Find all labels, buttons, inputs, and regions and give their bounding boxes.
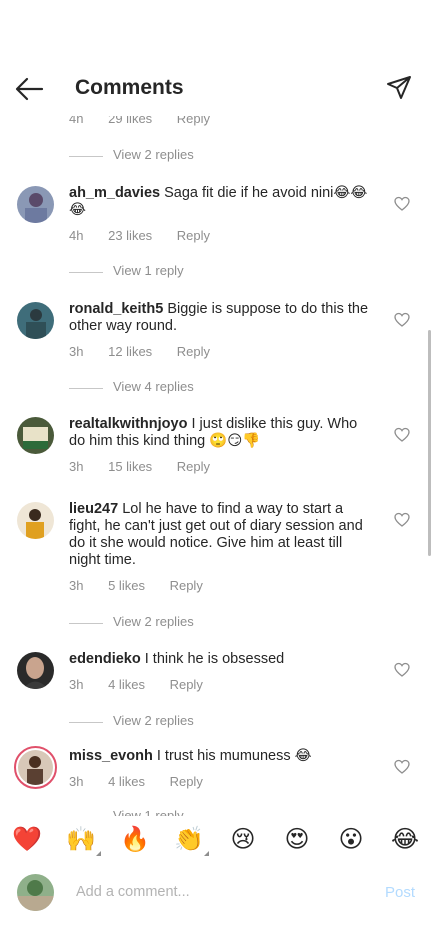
comment-composer: Post	[0, 866, 432, 926]
back-arrow-icon[interactable]	[14, 76, 44, 102]
like-heart-icon[interactable]	[394, 512, 410, 528]
view-replies-link[interactable]: View 2 replies	[113, 614, 194, 629]
like-heart-icon[interactable]	[394, 196, 410, 212]
crying-face-emoji-icon[interactable]: 😢	[228, 824, 258, 854]
view-replies-link[interactable]: View 1 reply	[113, 263, 184, 278]
comment-meta: 3h 15 likes Reply	[69, 459, 210, 474]
comment-likes[interactable]: 4 likes	[108, 774, 145, 789]
comment-time: 3h	[69, 677, 84, 692]
comment-text: miss_evonh I trust his mumuness 😂	[69, 748, 369, 765]
divider-line	[69, 722, 103, 723]
raising-hands-emoji-icon[interactable]: 🙌	[66, 824, 101, 856]
like-heart-icon[interactable]	[394, 662, 410, 678]
like-heart-icon[interactable]	[394, 312, 410, 328]
view-replies-link[interactable]: View 4 replies	[113, 379, 194, 394]
red-heart-emoji-icon[interactable]: ❤️	[12, 824, 42, 854]
comment-time: 3h	[69, 344, 84, 359]
heart-eyes-emoji-icon[interactable]: 😍	[282, 824, 312, 854]
page-title: Comments	[75, 76, 184, 99]
fire-emoji-icon[interactable]: 🔥	[120, 824, 150, 854]
comment-text: ronald_keith5 Biggie is suppose to do th…	[69, 301, 369, 335]
comment-likes[interactable]: 12 likes	[108, 344, 152, 359]
comment-time: 3h	[69, 578, 84, 593]
reply-button[interactable]: Reply	[177, 228, 210, 243]
scrollbar[interactable]	[428, 330, 431, 556]
avatar[interactable]	[17, 652, 54, 689]
comment-body: I think he is obsessed	[144, 651, 285, 667]
comment-username[interactable]: realtalkwithnjoyo	[69, 416, 187, 432]
header-bar: Comments	[0, 60, 432, 116]
like-heart-icon[interactable]	[394, 427, 410, 443]
comment-time: 3h	[69, 459, 84, 474]
comment-username[interactable]: miss_evonh	[69, 748, 153, 764]
view-replies-link[interactable]: View 1 reply	[113, 808, 184, 816]
reply-button[interactable]: Reply	[170, 578, 203, 593]
comment-meta: 4h 23 likes Reply	[69, 228, 210, 243]
comment-text: ah_m_davies Saga fit die if he avoid nin…	[69, 185, 369, 219]
comment-body: I trust his mumuness 😂	[156, 748, 312, 764]
comment-time: 3h	[69, 774, 84, 789]
tears-of-joy-emoji-icon[interactable]: 😂	[390, 824, 420, 854]
like-heart-icon[interactable]	[394, 759, 410, 775]
comment-meta: 3h 4 likes Reply	[69, 677, 203, 692]
direct-message-icon[interactable]	[385, 74, 413, 102]
clapping-hands-emoji-icon[interactable]: 👏	[174, 824, 209, 856]
comment-input[interactable]	[76, 880, 356, 904]
clapping-hands-emoji-glyph: 👏	[174, 825, 204, 853]
reply-button[interactable]: Reply	[170, 774, 203, 789]
divider-line	[69, 156, 103, 157]
raising-hands-emoji-glyph: 🙌	[66, 825, 96, 853]
reply-button[interactable]: Reply	[177, 344, 210, 359]
reply-button[interactable]: Reply	[170, 677, 203, 692]
comment-meta: 3h 12 likes Reply	[69, 344, 210, 359]
post-button[interactable]: Post	[385, 884, 415, 901]
comment-meta: 3h 5 likes Reply	[69, 578, 203, 593]
comment-username[interactable]: edendieko	[69, 651, 141, 667]
comment-username[interactable]: ronald_keith5	[69, 301, 163, 317]
view-replies-link[interactable]: View 2 replies	[113, 147, 194, 162]
comment-text: edendieko I think he is obsessed	[69, 651, 369, 668]
avatar[interactable]	[17, 186, 54, 223]
comment-likes[interactable]: 23 likes	[108, 228, 152, 243]
divider-line	[69, 388, 103, 389]
view-replies-link[interactable]: View 2 replies	[113, 713, 194, 728]
avatar[interactable]	[17, 502, 54, 539]
emoji-quick-bar: ❤️ 🙌 🔥 👏 😢 😍 😮 😂	[0, 816, 432, 864]
comment-username[interactable]: lieu247	[69, 501, 118, 517]
avatar[interactable]	[17, 417, 54, 454]
comment-text: lieu247 Lol he have to find a way to sta…	[69, 501, 369, 569]
comment-time: 4h	[69, 228, 84, 243]
avatar[interactable]	[17, 302, 54, 339]
comment-likes[interactable]: 5 likes	[108, 578, 145, 593]
reply-button[interactable]: Reply	[177, 459, 210, 474]
comment-text: realtalkwithnjoyo I just dislike this gu…	[69, 416, 369, 450]
comment-likes[interactable]: 4 likes	[108, 677, 145, 692]
divider-line	[69, 272, 103, 273]
comment-likes[interactable]: 15 likes	[108, 459, 152, 474]
story-ring-avatar[interactable]	[14, 746, 57, 789]
comment-meta: 3h 4 likes Reply	[69, 774, 203, 789]
current-user-avatar	[17, 874, 54, 911]
comments-list[interactable]: 4h 29 likes Reply View 2 replies ah_m_da…	[0, 105, 432, 816]
skin-tone-indicator	[96, 851, 101, 856]
skin-tone-indicator	[204, 851, 209, 856]
comment-username[interactable]: ah_m_davies	[69, 185, 160, 201]
surprised-face-emoji-icon[interactable]: 😮	[336, 824, 366, 854]
divider-line	[69, 623, 103, 624]
